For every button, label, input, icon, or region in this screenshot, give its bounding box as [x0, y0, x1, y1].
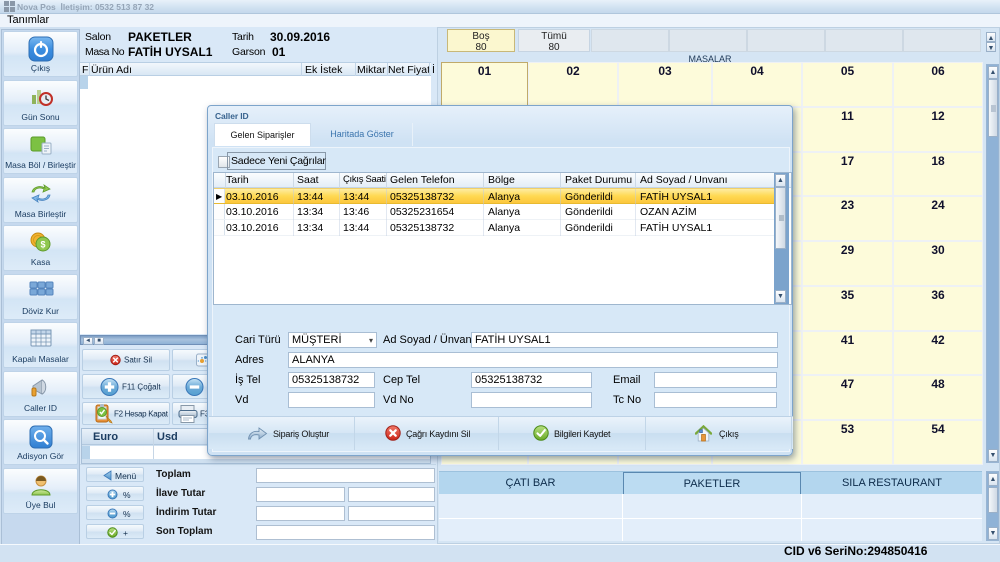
svg-text:$: $ — [40, 240, 45, 250]
